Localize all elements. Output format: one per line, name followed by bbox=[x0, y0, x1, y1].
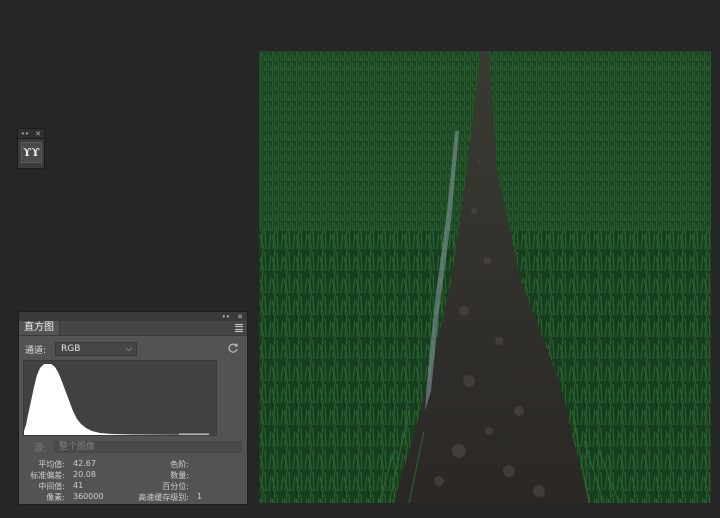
histogram-panel: ‣‣ ✕ 直方图 通道: RGB ⌵ 源: 整个图像 平均值: 42.67 标准… bbox=[18, 311, 248, 505]
collapse-icon[interactable]: ‣‣ bbox=[21, 130, 29, 138]
panel-menu-icon[interactable] bbox=[235, 324, 243, 332]
stddev-value: 20.08 bbox=[73, 470, 96, 479]
mini-panel-titlebar: ‣‣ ✕ bbox=[18, 129, 44, 139]
median-label: 中间值: bbox=[38, 482, 65, 491]
median-value: 41 bbox=[73, 481, 84, 490]
cache-level-label: 高速缓存级别: bbox=[138, 493, 189, 502]
refresh-icon[interactable] bbox=[227, 342, 239, 354]
channel-row: 通道: RGB ⌵ bbox=[25, 342, 239, 356]
level-label: 色阶: bbox=[170, 460, 189, 469]
histogram-stats: 平均值: 42.67 标准偏差: 20.08 中间值: 41 像素: 36000… bbox=[19, 459, 247, 503]
close-icon[interactable]: ✕ bbox=[35, 130, 41, 138]
rice-field-tool-icon[interactable]: ϒϒ bbox=[21, 142, 42, 163]
source-select: 整个图像 bbox=[54, 441, 242, 453]
close-icon[interactable]: ✕ bbox=[237, 313, 243, 321]
percentile-label: 百分位: bbox=[162, 482, 189, 491]
source-value: 整个图像 bbox=[59, 442, 96, 452]
collapse-icon[interactable]: ‣‣ bbox=[222, 313, 230, 321]
pixels-label: 像素: bbox=[46, 493, 65, 502]
source-row: 源: 整个图像 bbox=[25, 441, 243, 454]
tab-histogram[interactable]: 直方图 bbox=[19, 321, 60, 335]
channel-value: RGB bbox=[61, 344, 81, 354]
cache-level-value: 1 bbox=[197, 492, 203, 501]
rice-paddy-image bbox=[259, 51, 711, 504]
panel-topbar: ‣‣ ✕ bbox=[19, 312, 247, 321]
tool-glyph: ϒϒ bbox=[23, 146, 40, 159]
mean-value: 42.67 bbox=[73, 459, 96, 468]
channel-label: 通道: bbox=[25, 346, 47, 356]
pixels-value: 360000 bbox=[73, 492, 104, 501]
channel-select[interactable]: RGB ⌵ bbox=[55, 342, 137, 356]
chevron-down-icon: ⌵ bbox=[125, 344, 132, 353]
source-label: 源: bbox=[34, 444, 47, 454]
count-label: 数量: bbox=[170, 471, 189, 480]
panel-tab-row: 直方图 bbox=[19, 321, 247, 336]
histogram-shape bbox=[24, 364, 216, 435]
histogram-graph bbox=[23, 360, 217, 436]
tool-mini-panel: ‣‣ ✕ ϒϒ bbox=[17, 128, 45, 169]
mean-label: 平均值: bbox=[38, 460, 65, 469]
stddev-label: 标准偏差: bbox=[30, 471, 65, 480]
document-canvas[interactable] bbox=[259, 51, 711, 504]
